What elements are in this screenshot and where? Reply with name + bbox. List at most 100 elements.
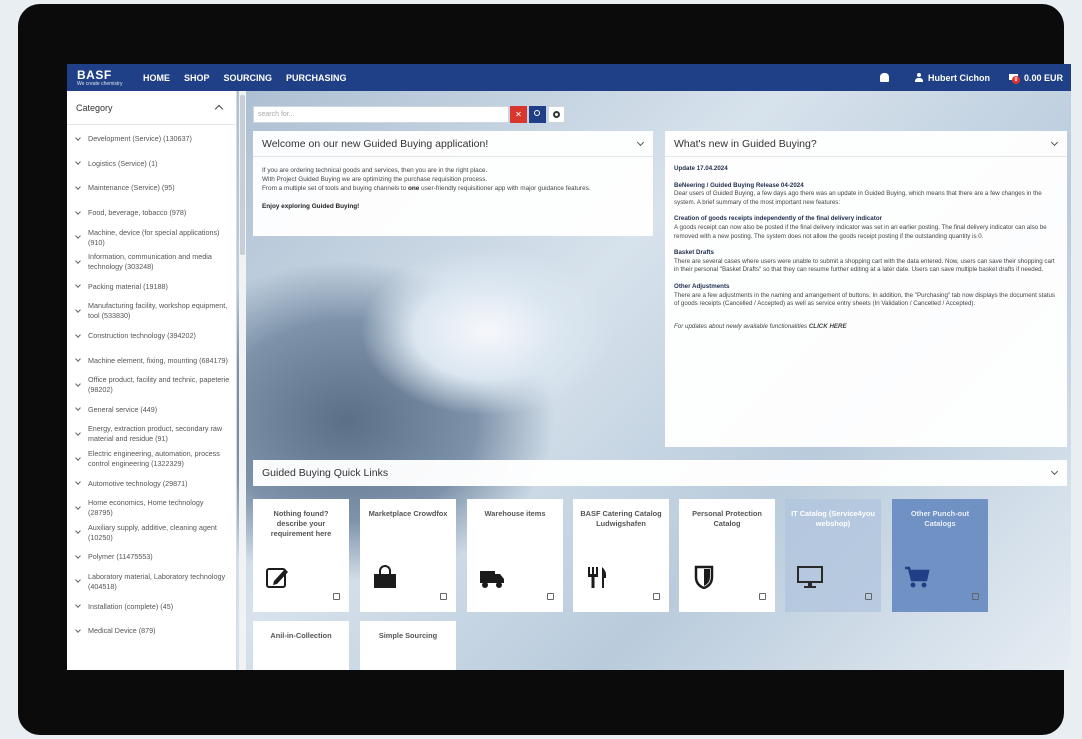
welcome-line-3: From a multiple set of tools and buying … <box>262 184 644 193</box>
bell-icon[interactable] <box>879 73 889 82</box>
category-item[interactable]: Logistics (Service) (1) <box>67 152 236 177</box>
welcome-header[interactable]: Welcome on our new Guided Buying applica… <box>253 131 653 157</box>
category-item[interactable]: Development (Service) (130637) <box>67 127 236 152</box>
category-item[interactable]: Manufacturing facility, workshop equipme… <box>67 299 236 324</box>
category-item[interactable]: Food, beverage, tobacco (978) <box>67 201 236 226</box>
quick-link-tile[interactable]: Other Punch-out Catalogs <box>892 499 988 612</box>
edit-icon <box>265 565 291 589</box>
top-navigation: BASF We create chemistry HOME SHOP SOURC… <box>67 64 1071 91</box>
category-label: Logistics (Service) (1) <box>88 158 158 168</box>
category-item[interactable]: Laboratory material, Laboratory technolo… <box>67 570 236 595</box>
welcome-line-2: With Project Guided Buying we are optimi… <box>262 176 488 183</box>
external-link-icon <box>759 593 766 600</box>
updates-footer-text: For updates about newly available functi… <box>674 322 809 330</box>
chevron-down-icon <box>75 331 81 338</box>
nav-shop[interactable]: SHOP <box>184 73 210 83</box>
user-icon <box>914 73 923 82</box>
category-item[interactable]: Information, communication and media tec… <box>67 250 236 275</box>
category-label: Information, communication and media tec… <box>88 252 212 272</box>
category-item[interactable]: Energy, extraction product, secondary ra… <box>67 422 236 447</box>
category-item[interactable]: Machine, device (for special application… <box>67 225 236 250</box>
category-item[interactable]: Auxiliary supply, additive, cleaning age… <box>67 521 236 546</box>
shopping-bag-icon <box>372 565 398 589</box>
cart-total[interactable]: 0.00 EUR <box>1024 73 1063 83</box>
category-sidebar: Category Development (Service) (130637) L… <box>67 91 237 670</box>
chevron-down-icon <box>75 577 81 584</box>
category-label: Maintenance (Service) (95) <box>88 183 175 193</box>
search-input[interactable]: search for... <box>253 106 509 123</box>
category-header[interactable]: Category <box>67 91 236 125</box>
quick-links-header[interactable]: Guided Buying Quick Links <box>253 460 1067 486</box>
nav-home[interactable]: HOME <box>143 73 170 83</box>
chevron-down-icon <box>75 257 81 264</box>
quick-link-tile[interactable]: Warehouse items <box>467 499 563 612</box>
quick-link-tile[interactable]: BASF Catering Catalog Ludwigshafen <box>573 499 669 612</box>
category-label: Installation (complete) (45) <box>88 601 174 611</box>
app-screen: BASF We create chemistry HOME SHOP SOURC… <box>67 64 1071 670</box>
click-here-link[interactable]: CLICK HERE <box>809 323 847 330</box>
category-label: Laboratory material, Laboratory technolo… <box>88 571 226 591</box>
whats-new-title: What's new in Guided Buying? <box>674 137 817 150</box>
category-label: Development (Service) (130637) <box>88 134 192 144</box>
device-frame: BASF We create chemistry HOME SHOP SOURC… <box>18 4 1071 735</box>
quick-link-tile[interactable]: Personal Protection Catalog <box>679 499 775 612</box>
quick-link-tile[interactable]: IT Catalog (Service4you webshop) <box>785 499 881 612</box>
category-item[interactable]: Home economics, Home technology (28795) <box>67 496 236 521</box>
category-item[interactable]: Office product, facility and technic, pa… <box>67 373 236 398</box>
chevron-down-icon <box>75 479 81 485</box>
section-heading: BeNeering / Guided Buying Release 04-202… <box>674 181 804 189</box>
section-text: There are several cases where users were… <box>674 257 1055 274</box>
category-item[interactable]: Installation (complete) (45) <box>67 594 236 619</box>
category-item[interactable]: General service (449) <box>67 398 236 423</box>
category-item[interactable]: Machine element, fixing, mounting (68417… <box>67 348 236 373</box>
quick-link-tile[interactable]: Nothing found? describe your requirement… <box>253 499 349 612</box>
chevron-down-icon <box>75 405 81 412</box>
category-item[interactable]: Maintenance (Service) (95) <box>67 176 236 201</box>
category-label: Office product, facility and technic, pa… <box>88 375 230 395</box>
nav-purchasing[interactable]: PURCHASING <box>286 73 347 83</box>
user-name[interactable]: Hubert Cichon <box>928 73 990 83</box>
welcome-line-3-pre: From a multiple set of tools and buying … <box>262 185 408 192</box>
external-link-icon <box>547 593 554 600</box>
section-text: Dear users of Guided Buying, a few days … <box>674 190 1042 206</box>
update-date: Update 17.04.2024 <box>674 165 728 172</box>
brand-tagline: We create chemistry <box>77 80 123 87</box>
nav-sourcing[interactable]: SOURCING <box>224 73 273 83</box>
quick-links-head: Guided Buying Quick Links <box>253 460 1067 486</box>
search-button[interactable] <box>529 106 546 123</box>
tile-label: Marketplace Crowdfox <box>368 509 448 518</box>
sidebar-scrollbar[interactable] <box>239 91 246 670</box>
search-settings-button[interactable] <box>548 106 565 123</box>
chevron-down-icon <box>75 380 81 387</box>
gear-icon <box>553 111 560 118</box>
cart-icon[interactable]: 0 <box>1008 73 1020 84</box>
clear-search-button[interactable]: ✕ <box>510 106 527 123</box>
whats-new-header[interactable]: What's new in Guided Buying? <box>665 131 1067 157</box>
scrollbar-thumb[interactable] <box>240 95 245 255</box>
category-item[interactable]: Automotive technology (29871) <box>67 471 236 496</box>
cart-icon <box>904 565 930 589</box>
category-item[interactable]: Electric engineering, automation, proces… <box>67 447 236 472</box>
section-heading: Other Adjustments <box>674 282 730 290</box>
external-link-icon <box>865 593 872 600</box>
quick-link-tile[interactable]: Anil-in-Collection <box>253 621 349 670</box>
chevron-down-icon[interactable] <box>1050 138 1059 146</box>
chevron-down-icon[interactable] <box>636 138 645 146</box>
category-item[interactable]: Construction technology (394202) <box>67 324 236 349</box>
category-item[interactable]: Medical Device (879) <box>67 619 236 644</box>
quick-link-tile[interactable]: Marketplace Crowdfox <box>360 499 456 612</box>
category-label: Packing material (19188) <box>88 281 168 291</box>
chevron-down-icon[interactable] <box>1050 467 1059 476</box>
chevron-up-icon[interactable] <box>214 104 224 114</box>
chevron-down-icon <box>75 626 81 633</box>
category-label: Machine element, fixing, mounting (68417… <box>88 355 228 365</box>
category-label: Auxiliary supply, additive, cleaning age… <box>88 522 217 542</box>
section-heading: Creation of goods receipts independently… <box>674 215 883 223</box>
category-item[interactable]: Polymer (11475553) <box>67 545 236 570</box>
quick-link-tile[interactable]: Simple Sourcing <box>360 621 456 670</box>
category-item[interactable]: Packing material (19188) <box>67 275 236 300</box>
category-label: Food, beverage, tobacco (978) <box>88 208 187 218</box>
basf-logo[interactable]: BASF We create chemistry <box>77 69 133 87</box>
chevron-down-icon <box>75 356 81 362</box>
tile-label: Anil-in-Collection <box>270 631 332 640</box>
